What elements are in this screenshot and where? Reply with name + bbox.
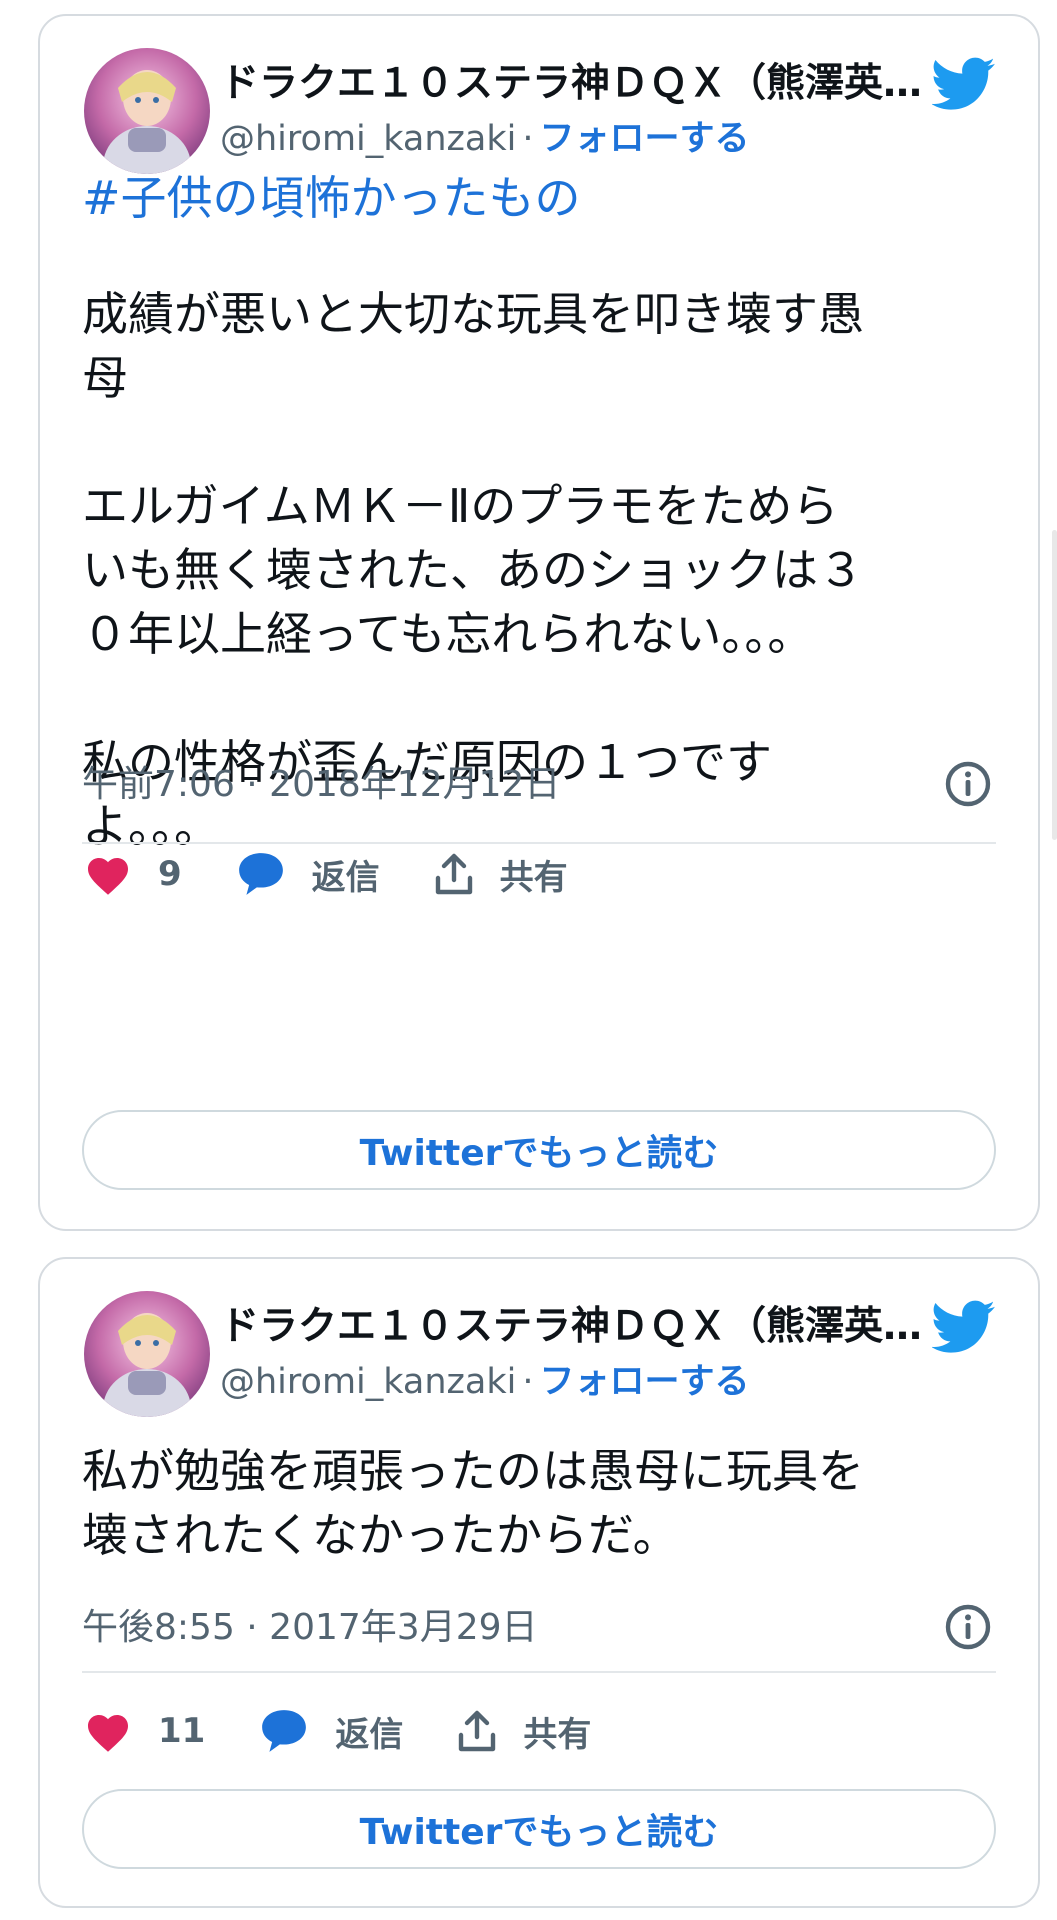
share-button[interactable]: 共有 xyxy=(434,850,568,899)
tweet-card: ドラクエ１０ステラ神ＤＱＸ（熊澤英… @hiromi_kanzaki · フォローす… xyxy=(38,1257,1040,1908)
separator: · xyxy=(522,119,534,159)
reply-label: 返信 xyxy=(335,1714,404,1755)
info-icon[interactable] xyxy=(944,760,992,808)
tweet-text: 私が勉強を頑張ったのは愚母に玩具を 壊されたくなかったからだ。 xyxy=(82,1444,864,1562)
timestamp[interactable]: 午前7:06 · 2018年12月12日 xyxy=(82,760,560,810)
divider xyxy=(82,1671,996,1673)
hashtag-link[interactable]: #子供の頃怖かったもの xyxy=(82,166,982,230)
twitter-bird-icon[interactable] xyxy=(932,1299,996,1355)
follow-button[interactable]: フォローする xyxy=(540,1362,750,1402)
avatar[interactable] xyxy=(84,48,210,174)
author-handle[interactable]: @hiromi_kanzaki xyxy=(220,119,516,159)
share-icon xyxy=(435,853,472,895)
timestamp[interactable]: 午後8:55 · 2017年3月29日 xyxy=(82,1603,538,1653)
handle-line: @hiromi_kanzaki · フォローする xyxy=(220,1357,750,1407)
reply-label: 返信 xyxy=(311,857,380,898)
separator: · xyxy=(522,1362,534,1402)
author-name[interactable]: ドラクエ１０ステラ神ＤＱＸ（熊澤英… xyxy=(220,58,952,110)
read-more-button[interactable]: Twitterでもっと読む xyxy=(82,1789,996,1869)
reply-bubble-icon xyxy=(238,853,283,895)
share-label: 共有 xyxy=(499,857,568,898)
handle-line: @hiromi_kanzaki · フォローする xyxy=(220,114,750,164)
share-icon xyxy=(459,1710,496,1752)
author-name[interactable]: ドラクエ１０ステラ神ＤＱＸ（熊澤英… xyxy=(220,1301,952,1353)
like-count: 11 xyxy=(158,1711,206,1751)
avatar[interactable] xyxy=(84,1291,210,1417)
reply-button[interactable]: 返信 xyxy=(259,1707,403,1756)
action-bar: 11 返信 共有 xyxy=(84,1701,591,1761)
scroll-edge xyxy=(1052,530,1057,840)
heart-icon xyxy=(88,858,128,895)
share-label: 共有 xyxy=(523,1714,592,1755)
heart-icon xyxy=(88,1715,128,1752)
tweet-card: ドラクエ１０ステラ神ＤＱＸ（熊澤英… @hiromi_kanzaki · フォローす… xyxy=(38,14,1040,1231)
like-count: 9 xyxy=(158,854,182,894)
author-handle[interactable]: @hiromi_kanzaki xyxy=(220,1362,516,1402)
follow-button[interactable]: フォローする xyxy=(540,119,750,159)
reply-bubble-icon xyxy=(262,1710,307,1752)
like-button[interactable]: 11 xyxy=(84,1709,205,1753)
reply-button[interactable]: 返信 xyxy=(236,850,380,899)
share-button[interactable]: 共有 xyxy=(457,1707,591,1756)
read-more-button[interactable]: Twitterでもっと読む xyxy=(82,1110,996,1190)
twitter-bird-icon[interactable] xyxy=(932,56,996,112)
like-button[interactable]: 9 xyxy=(84,852,182,896)
action-bar: 9 返信 共有 xyxy=(84,844,568,904)
info-icon[interactable] xyxy=(944,1603,992,1651)
